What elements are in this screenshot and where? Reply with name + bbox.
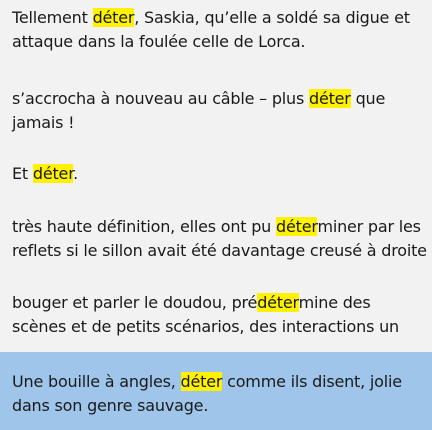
match-highlight: déter: [308, 89, 351, 108]
text-after-match: miner par les: [317, 217, 421, 236]
match-highlight: déter: [32, 164, 74, 183]
result-line: Une bouille à angles, déter comme ils di…: [12, 370, 422, 394]
result-item[interactable]: bouger et parler le doudou, prédétermine…: [0, 291, 432, 339]
result-line: reflets si le sillon avait été davantage…: [12, 239, 427, 263]
result-line: s’accrocha à nouveau au câble – plus dét…: [12, 87, 422, 111]
result-line: scènes et de petits scénarios, des inter…: [12, 315, 422, 339]
result-item[interactable]: Et déter.: [0, 162, 432, 186]
result-item[interactable]: très haute définition, elles ont pu déte…: [0, 215, 432, 263]
text-before-match: bouger et parler le doudou, pré: [12, 293, 258, 312]
result-item[interactable]: Tellement déter, Saskia, qu’elle a soldé…: [0, 6, 432, 54]
text-before-match: scènes et de petits scénarios, des inter…: [12, 317, 399, 336]
result-line: jamais !: [12, 111, 422, 135]
text-before-match: s’accrocha à nouveau au câble – plus: [12, 89, 309, 108]
text-before-match: très haute définition, elles ont pu: [12, 217, 277, 236]
result-line: Et déter.: [12, 162, 422, 186]
match-highlight: déter: [257, 293, 299, 312]
match-highlight: déter: [92, 8, 135, 27]
text-before-match: Tellement: [12, 8, 93, 27]
result-line: bouger et parler le doudou, prédétermine…: [12, 291, 422, 315]
text-before-match: Et: [12, 164, 33, 183]
result-line: dans son genre sauvage.: [12, 394, 422, 418]
search-results-list: Tellement déter, Saskia, qu’elle a soldé…: [0, 0, 432, 430]
match-highlight: déter: [276, 217, 318, 236]
text-before-match: attaque dans la foulée celle de Lorca.: [12, 32, 306, 51]
text-after-match: que: [350, 89, 386, 108]
result-line: attaque dans la foulée celle de Lorca.: [12, 30, 422, 54]
text-before-match: Une bouille à angles,: [12, 372, 181, 391]
text-after-match: comme ils disent, jolie: [222, 372, 402, 391]
result-line: Tellement déter, Saskia, qu’elle a soldé…: [12, 6, 422, 30]
result-line: très haute définition, elles ont pu déte…: [12, 215, 422, 239]
match-highlight: déter: [180, 372, 223, 391]
result-item[interactable]: s’accrocha à nouveau au câble – plus dét…: [0, 87, 432, 135]
text-before-match: reflets si le sillon avait été davantage…: [12, 241, 427, 260]
text-after-match: , Saskia, qu’elle a soldé sa digue et: [134, 8, 410, 27]
text-after-match: mine des: [298, 293, 371, 312]
text-before-match: jamais !: [12, 113, 75, 132]
text-after-match: .: [73, 164, 78, 183]
result-item-selected[interactable]: Une bouille à angles, déter comme ils di…: [0, 352, 432, 430]
text-before-match: dans son genre sauvage.: [12, 396, 209, 415]
